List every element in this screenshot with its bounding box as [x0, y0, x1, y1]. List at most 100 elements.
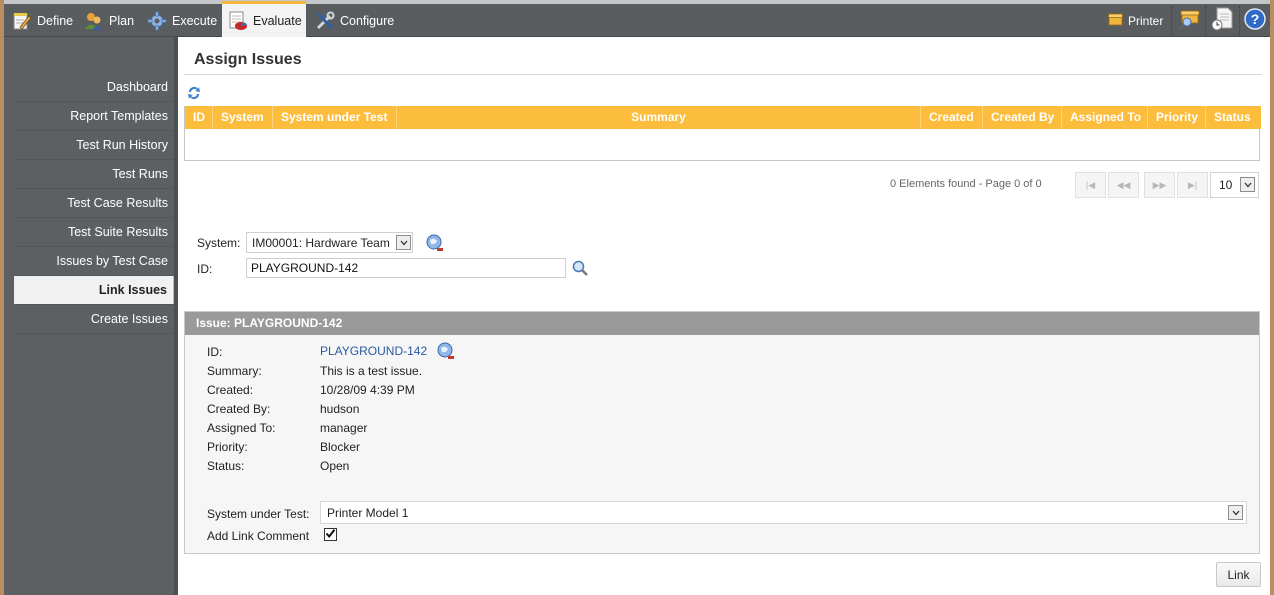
column-header-id[interactable]: ID [185, 106, 213, 129]
pager-status: 0 Elements found - Page 0 of 0 [890, 178, 1042, 190]
id-label: ID: [197, 262, 213, 276]
sidebar-item-test-runs[interactable]: Test Runs [14, 160, 174, 189]
field-value-created-by: hudson [320, 402, 360, 416]
field-value-priority: Blocker [320, 440, 361, 454]
browse-projects-button[interactable] [1178, 4, 1200, 37]
app-window: Define Plan Execute Evaluate Configure P… [4, 0, 1270, 595]
nav-execute[interactable]: Execute [141, 5, 223, 36]
page-title: Assign Issues [194, 51, 302, 68]
column-header-assigned-to[interactable]: Assigned To [1062, 106, 1148, 129]
notepad-pencil-icon [12, 11, 32, 31]
checkmark-icon [325, 528, 336, 542]
field-label-created: Created: [207, 383, 254, 397]
field-label-summary: Summary: [207, 364, 262, 378]
link-button[interactable]: Link [1216, 562, 1261, 587]
sidebar-splitter[interactable] [174, 37, 178, 595]
nav-configure[interactable]: Configure [309, 5, 400, 36]
refresh-button[interactable] [186, 85, 202, 104]
page-size-select[interactable]: 10 [1210, 172, 1259, 198]
system-select[interactable]: IM00001: Hardware Team [246, 232, 413, 253]
nav-define-label: Define [37, 13, 74, 28]
field-label-assigned-to: Assigned To: [207, 421, 276, 435]
next-page-button[interactable]: ▶▶ [1144, 172, 1175, 198]
gear-icon [147, 11, 167, 31]
issues-grid: ID System System under Test Summary Crea… [184, 106, 1261, 161]
help-icon: ? [1244, 8, 1266, 33]
add-link-comment-checkbox[interactable] [324, 528, 337, 541]
nav-configure-label: Configure [340, 13, 395, 28]
sut-label: System under Test: [207, 507, 310, 521]
issue-details-panel: Issue: PLAYGROUND-142 ID: PLAYGROUND-142… [184, 311, 1260, 554]
sidebar-item-test-suite-results[interactable]: Test Suite Results [14, 218, 174, 247]
column-header-system-under-test[interactable]: System under Test [273, 106, 397, 129]
sidebar-item-create-issues[interactable]: Create Issues [14, 305, 174, 334]
sidebar-item-link-issues[interactable]: Link Issues [14, 276, 177, 305]
column-header-summary[interactable]: Summary [397, 106, 921, 129]
issue-id-input[interactable] [246, 258, 566, 278]
divider [1171, 6, 1172, 36]
browse-projects-icon [1178, 8, 1200, 33]
nav-evaluate[interactable]: Evaluate [222, 1, 306, 37]
globe-link-icon [426, 234, 444, 255]
previous-page-button[interactable]: ◀◀ [1108, 172, 1139, 198]
column-header-status[interactable]: Status [1206, 106, 1261, 129]
search-icon [572, 260, 588, 279]
open-system-button[interactable] [426, 234, 444, 255]
first-page-button[interactable]: |◀ [1075, 172, 1106, 198]
people-icon [84, 11, 104, 31]
page-size-value: 10 [1219, 178, 1233, 192]
nav-plan[interactable]: Plan [78, 5, 140, 36]
issue-panel-header: Issue: PLAYGROUND-142 [185, 312, 1259, 335]
chevron-down-icon [1240, 177, 1255, 192]
sidebar-item-test-run-history[interactable]: Test Run History [14, 131, 174, 160]
sidebar-item-dashboard[interactable]: Dashboard [14, 73, 174, 102]
column-header-system[interactable]: System [213, 106, 273, 129]
last-page-button[interactable]: ▶| [1177, 172, 1208, 198]
sidebar-item-test-case-results[interactable]: Test Case Results [14, 189, 174, 218]
field-label-id: ID: [207, 345, 223, 359]
field-label-status: Status: [207, 459, 245, 473]
field-value-summary: This is a test issue. [320, 364, 423, 378]
field-label-priority: Priority: [207, 440, 248, 454]
history-report-button[interactable] [1211, 4, 1233, 37]
field-value-status: Open [320, 459, 350, 473]
divider [184, 74, 1262, 75]
grid-header: ID System System under Test Summary Crea… [185, 106, 1261, 129]
system-under-test-select[interactable]: Printer Model 1 [320, 501, 1247, 524]
box-icon [1108, 13, 1123, 29]
nav-execute-label: Execute [172, 13, 218, 28]
sidebar-item-issues-by-test-case[interactable]: Issues by Test Case [14, 247, 174, 276]
history-report-icon [1211, 7, 1233, 34]
tools-icon [315, 11, 335, 31]
field-value-assigned-to: manager [320, 421, 368, 435]
report-chart-icon [228, 11, 248, 31]
refresh-icon [186, 87, 202, 104]
top-navigation: Define Plan Execute Evaluate Configure P… [4, 0, 1270, 37]
nav-define[interactable]: Define [6, 5, 79, 36]
search-button[interactable] [572, 260, 588, 279]
globe-link-icon [437, 342, 455, 363]
system-select-value: IM00001: Hardware Team [252, 236, 390, 250]
divider [1239, 6, 1240, 36]
svg-text:?: ? [1251, 11, 1260, 27]
sut-select-value: Printer Model 1 [327, 506, 409, 520]
column-header-created-by[interactable]: Created By [983, 106, 1062, 129]
sidebar-item-report-templates[interactable]: Report Templates [14, 102, 174, 131]
add-link-comment-label: Add Link Comment [207, 529, 310, 543]
help-button[interactable]: ? [1244, 4, 1266, 37]
chevron-down-icon [1228, 505, 1243, 520]
main-content: Assign Issues ID System System under Tes… [184, 37, 1266, 595]
field-label-created-by: Created By: [207, 402, 271, 416]
nav-plan-label: Plan [109, 13, 135, 28]
column-header-created[interactable]: Created [921, 106, 983, 129]
column-header-priority[interactable]: Priority [1148, 106, 1206, 129]
project-selector[interactable]: Printer [1108, 4, 1163, 37]
chevron-down-icon [396, 235, 411, 250]
issue-id-link[interactable]: PLAYGROUND-142 [320, 344, 427, 358]
open-issue-button[interactable] [437, 342, 455, 363]
system-label: System: [197, 236, 241, 250]
sidebar: Dashboard Report Templates Test Run Hist… [4, 37, 177, 595]
nav-evaluate-label: Evaluate [253, 13, 302, 28]
divider [1205, 6, 1206, 36]
field-value-created: 10/28/09 4:39 PM [320, 383, 415, 397]
